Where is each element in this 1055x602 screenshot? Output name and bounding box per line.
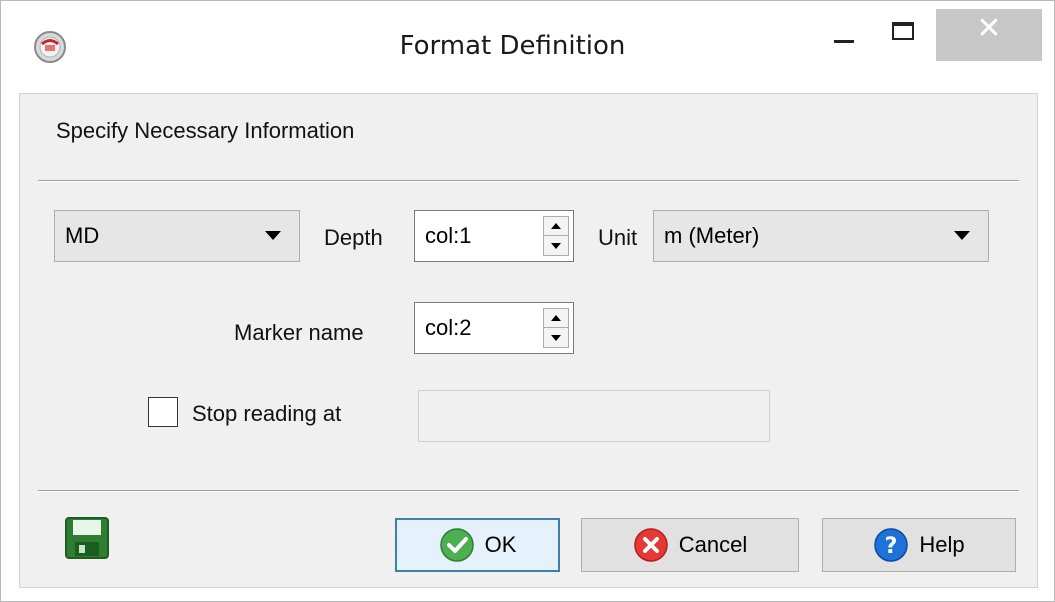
arrow-down-icon [551, 242, 561, 249]
marker-spinner-buttons [543, 308, 569, 348]
help-label: Help [919, 532, 965, 557]
chevron-down-icon [265, 231, 281, 240]
stop-reading-checkbox[interactable] [148, 397, 178, 427]
cancel-button[interactable]: Cancel [581, 518, 799, 572]
depth-column-value: col:1 [425, 223, 472, 248]
help-button[interactable]: ? Help [822, 518, 1016, 572]
arrow-down-icon [551, 334, 561, 341]
x-circle-icon [634, 528, 668, 562]
top-separator [38, 180, 1019, 182]
section-heading: Specify Necessary Information [56, 118, 355, 143]
depth-type-select[interactable]: MD [54, 210, 300, 262]
depth-column-spinner[interactable]: col:1 [414, 210, 574, 262]
marker-decrement-button[interactable] [544, 328, 568, 347]
check-circle-icon [439, 528, 474, 562]
depth-label: Depth [324, 225, 383, 250]
close-button[interactable]: ✕ [936, 9, 1042, 61]
unit-select[interactable]: m (Meter) [653, 210, 989, 262]
close-icon: ✕ [976, 11, 1002, 46]
ok-label: OK [484, 532, 517, 557]
depth-increment-button[interactable] [544, 217, 568, 236]
unit-value: m (Meter) [664, 223, 760, 248]
maximize-button[interactable] [873, 9, 933, 61]
arrow-up-icon [551, 315, 561, 321]
svg-text:?: ? [885, 534, 898, 559]
maximize-icon [892, 22, 914, 40]
unit-label: Unit [598, 225, 638, 250]
dialog-content: Specify Necessary Information MD Depth c… [19, 93, 1038, 588]
marker-column-spinner[interactable]: col:2 [414, 302, 574, 354]
depth-type-value: MD [65, 223, 100, 248]
depth-decrement-button[interactable] [544, 236, 568, 255]
stop-reading-input [418, 390, 770, 442]
arrow-up-icon [551, 223, 561, 229]
depth-spinner-buttons [543, 216, 569, 256]
stop-reading-label[interactable]: Stop reading at [192, 401, 341, 427]
title-bar[interactable]: Format Definition ✕ [1, 1, 1054, 93]
marker-increment-button[interactable] [544, 309, 568, 328]
marker-name-label: Marker name [234, 320, 364, 345]
minimize-button[interactable] [816, 9, 872, 61]
bottom-separator [38, 490, 1019, 492]
minimize-icon [834, 39, 854, 43]
question-circle-icon: ? [874, 528, 909, 562]
ok-button[interactable]: OK [395, 518, 560, 572]
cancel-label: Cancel [678, 532, 748, 557]
format-definition-dialog: Format Definition ✕ Specify Necessary In… [0, 0, 1055, 602]
chevron-down-icon [954, 231, 970, 240]
marker-column-value: col:2 [425, 315, 472, 340]
save-disk-icon[interactable] [64, 516, 110, 560]
